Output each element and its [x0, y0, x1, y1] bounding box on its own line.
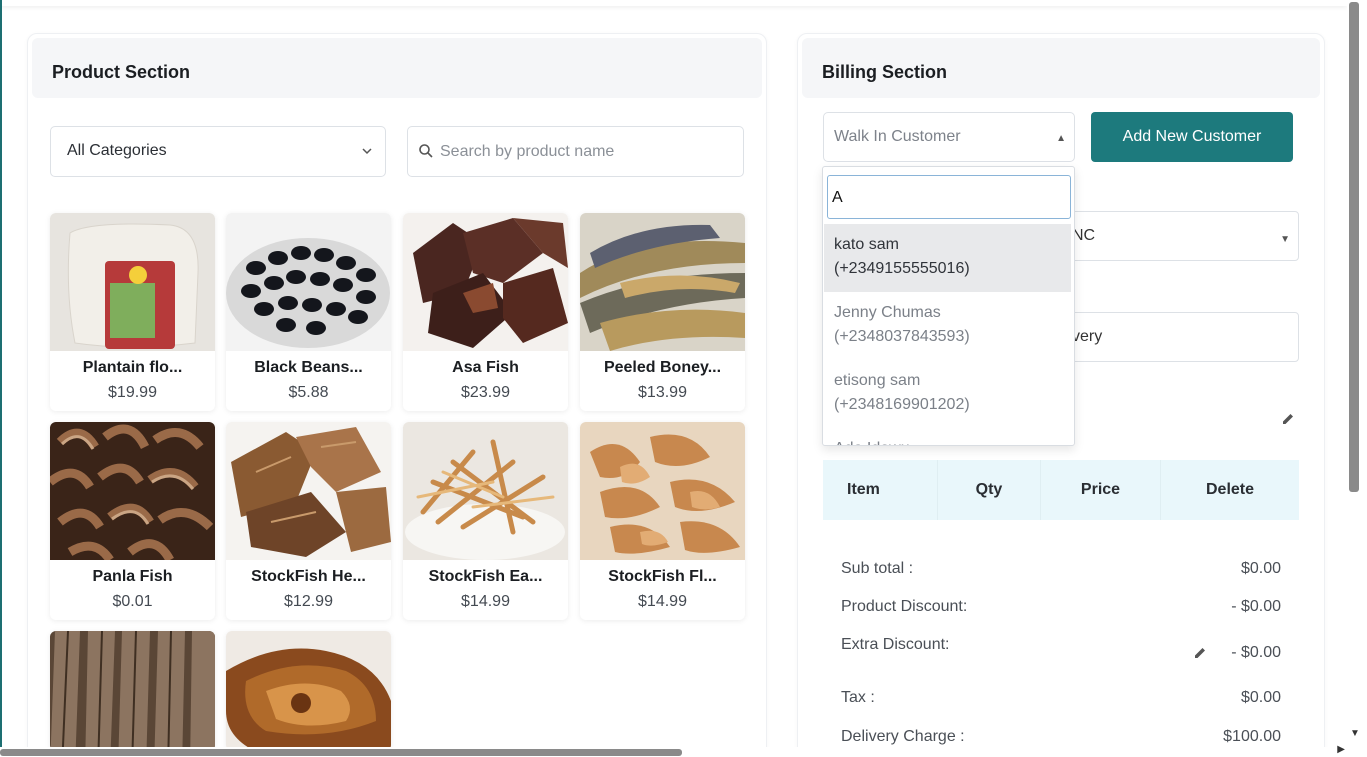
- product-image: [226, 422, 391, 560]
- product-image: [50, 213, 215, 351]
- secondary-field-value: very: [1072, 328, 1103, 345]
- delivery-charge-value: $100.00: [1223, 728, 1281, 745]
- product-image: [580, 422, 745, 560]
- column-item: Item: [823, 460, 938, 520]
- product-name: Peeled Boney...: [603, 359, 722, 376]
- product-image: [580, 213, 745, 351]
- column-price: Price: [1041, 460, 1161, 520]
- secondary-select-value: NC: [1072, 227, 1096, 244]
- customer-search-input[interactable]: [832, 188, 1062, 208]
- category-select-value: All Categories: [67, 142, 167, 159]
- top-bar: [0, 0, 1347, 6]
- pencil-icon[interactable]: [1193, 646, 1207, 660]
- product-name: Panla Fish: [92, 568, 173, 585]
- caret-down-icon: ▼: [1280, 234, 1290, 245]
- customer-option-phone: (+2348169901202): [834, 396, 970, 413]
- product-card[interactable]: Panla Fish $0.01: [50, 422, 215, 620]
- scroll-down-arrow-icon[interactable]: ▼: [1350, 728, 1360, 739]
- product-price: $23.99: [461, 384, 510, 401]
- product-name: Black Beans...: [254, 359, 363, 376]
- tax-label: Tax :: [841, 689, 875, 706]
- billing-section-header: Billing Section: [802, 38, 1320, 98]
- chevron-down-icon: [361, 141, 373, 164]
- customer-search[interactable]: [827, 175, 1071, 219]
- tax-value: $0.00: [1240, 689, 1281, 706]
- product-image: [50, 631, 215, 751]
- product-card[interactable]: StockFish He... $12.99: [226, 422, 391, 620]
- column-qty: Qty: [938, 460, 1041, 520]
- horizontal-scroll-thumb[interactable]: [0, 749, 682, 756]
- product-image: [226, 631, 391, 751]
- product-card[interactable]: Asa Fish $23.99: [403, 213, 568, 411]
- vertical-scrollbar[interactable]: ▼: [1347, 0, 1367, 757]
- product-name: StockFish He...: [251, 568, 366, 585]
- product-name: StockFish Fl...: [608, 568, 717, 585]
- product-price: $0.01: [112, 593, 153, 610]
- product-search-input[interactable]: [440, 141, 730, 163]
- product-card[interactable]: StockFish Fl... $14.99: [580, 422, 745, 620]
- product-card[interactable]: [50, 631, 215, 751]
- scroll-right-arrow-icon[interactable]: ▶: [1337, 744, 1345, 755]
- vertical-scroll-thumb[interactable]: [1349, 2, 1359, 492]
- caret-up-icon: ▲: [1056, 133, 1066, 144]
- customer-option[interactable]: Ade Idowu: [824, 428, 1071, 445]
- product-search[interactable]: [407, 126, 744, 177]
- product-name: StockFish Ea...: [428, 568, 543, 585]
- customer-option-name: Ade Idowu: [834, 437, 1061, 445]
- column-delete: Delete: [1205, 481, 1255, 498]
- subtotal-value: $0.00: [1240, 560, 1281, 577]
- cart-table-header: Item Qty Price Delete: [823, 460, 1299, 520]
- product-discount-value: - $0.00: [1231, 598, 1281, 615]
- customer-select-value: Walk In Customer: [834, 128, 961, 145]
- pencil-icon[interactable]: [1281, 412, 1295, 426]
- product-image: [403, 422, 568, 560]
- extra-discount-value: - $0.00: [1231, 644, 1281, 661]
- product-price: $14.99: [638, 593, 687, 610]
- subtotal-label: Sub total :: [841, 560, 914, 577]
- product-image: [226, 213, 391, 351]
- customer-option-phone: (+2349155555016): [834, 260, 970, 277]
- billing-section-title: Billing Section: [822, 62, 948, 82]
- product-card[interactable]: Black Beans... $5.88: [226, 213, 391, 411]
- product-card[interactable]: [226, 631, 391, 751]
- customer-select[interactable]: Walk In Customer ▲: [823, 112, 1075, 162]
- product-section-title: Product Section: [52, 62, 191, 82]
- product-price: $12.99: [284, 593, 333, 610]
- product-card[interactable]: StockFish Ea... $14.99: [403, 422, 568, 620]
- customer-option[interactable]: kato sam (+2349155555016): [824, 224, 1071, 292]
- product-section-header: Product Section: [32, 38, 762, 98]
- product-card[interactable]: Plantain flo... $19.99: [50, 213, 215, 411]
- customer-option-name: Jenny Chumas: [834, 304, 941, 321]
- search-icon: [418, 143, 434, 159]
- product-discount-label: Product Discount:: [841, 598, 968, 615]
- product-image: [50, 422, 215, 560]
- product-section: Product Section All Categories Pl: [27, 33, 767, 757]
- product-price: $5.88: [288, 384, 329, 401]
- product-name: Plantain flo...: [82, 359, 183, 376]
- customer-option[interactable]: etisong sam (+2348169901202): [824, 360, 1071, 428]
- delivery-charge-label: Delivery Charge :: [841, 728, 965, 745]
- customer-option-name: etisong sam: [834, 372, 921, 389]
- customer-option-phone: (+2348037843593): [834, 328, 970, 345]
- product-price: $14.99: [461, 593, 510, 610]
- customer-option-name: kato sam: [834, 236, 899, 253]
- product-price: $19.99: [108, 384, 157, 401]
- customer-option[interactable]: Jenny Chumas (+2348037843593): [824, 292, 1071, 360]
- product-image: [403, 213, 568, 351]
- left-border: [0, 0, 2, 757]
- add-new-customer-button[interactable]: Add New Customer: [1091, 112, 1293, 162]
- extra-discount-label: Extra Discount:: [841, 636, 950, 653]
- horizontal-scrollbar[interactable]: ▶: [0, 744, 1347, 757]
- category-select[interactable]: All Categories: [50, 126, 386, 177]
- product-card[interactable]: Peeled Boney... $13.99: [580, 213, 745, 411]
- product-name: Asa Fish: [452, 359, 519, 376]
- customer-dropdown: kato sam (+2349155555016) Jenny Chumas (…: [822, 166, 1075, 446]
- product-price: $13.99: [638, 384, 687, 401]
